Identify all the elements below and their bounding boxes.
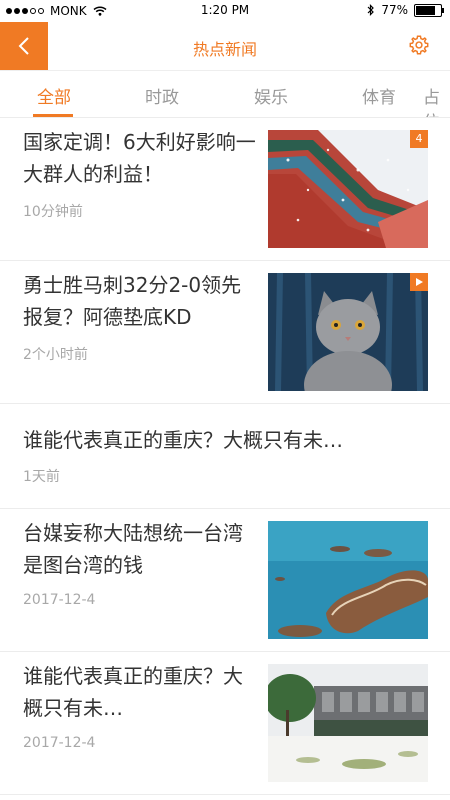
tab-all[interactable]: 全部 bbox=[37, 83, 71, 108]
news-thumbnail: 4 bbox=[268, 130, 428, 248]
news-item[interactable]: 勇士胜马刺32分2-0领先报复？阿德垫底KD 2个小时前 bbox=[0, 261, 450, 404]
tab-placeholder[interactable]: 占位 bbox=[423, 83, 450, 117]
news-thumbnail bbox=[268, 521, 428, 639]
tab-active-indicator bbox=[33, 114, 73, 117]
news-title: 勇士胜马刺32分2-0领先报复？阿德垫底KD bbox=[23, 273, 242, 329]
news-time: 2017-12-4 bbox=[23, 592, 96, 608]
tab-entertainment[interactable]: 娱乐 bbox=[254, 83, 288, 108]
gear-icon[interactable] bbox=[408, 34, 430, 56]
news-item[interactable]: 国家定调！6大利好影响一大群人的利益！ 10分钟前 4 bbox=[0, 118, 450, 261]
count-badge: 4 bbox=[410, 130, 428, 148]
status-right: 77% bbox=[367, 3, 444, 17]
news-item[interactable]: 台媒妄称大陆想统一台湾是图台湾的钱 2017-12-4 bbox=[0, 509, 450, 652]
news-item[interactable]: 谁能代表真正的重庆？大概只有未… 2017-12-4 bbox=[0, 652, 450, 795]
islands-aerial-image bbox=[268, 521, 428, 639]
news-time: 10分钟前 bbox=[23, 204, 83, 220]
bluetooth-icon bbox=[367, 4, 375, 16]
news-time: 1天前 bbox=[23, 469, 60, 485]
tab-politics[interactable]: 时政 bbox=[145, 83, 179, 108]
battery-percent: 77% bbox=[381, 3, 408, 17]
news-title: 国家定调！6大利好影响一大群人的利益！ bbox=[23, 130, 256, 186]
news-item[interactable]: 谁能代表真正的重庆？大概只有未… 1天前 bbox=[0, 404, 450, 509]
news-title: 台媒妄称大陆想统一台湾是图台湾的钱 bbox=[23, 521, 243, 577]
nav-bar: 热点新闻 bbox=[0, 22, 450, 71]
news-title: 谁能代表真正的重庆？大概只有未… bbox=[23, 664, 243, 720]
play-icon bbox=[410, 273, 428, 291]
status-bar: MONK 1:20 PM 77% bbox=[0, 0, 450, 22]
news-title: 谁能代表真正的重庆？大概只有未… bbox=[23, 428, 343, 452]
page-title: 热点新闻 bbox=[192, 40, 257, 59]
tab-sports[interactable]: 体育 bbox=[362, 83, 396, 108]
building-plaza-image bbox=[268, 664, 428, 782]
news-list: 国家定调！6大利好影响一大群人的利益！ 10分钟前 4 勇士胜马刺32分2-0领… bbox=[0, 118, 450, 795]
battery-icon bbox=[414, 3, 444, 17]
category-tabs: 全部 时政 娱乐 体育 占位 bbox=[0, 71, 450, 118]
news-time: 2个小时前 bbox=[23, 347, 88, 363]
news-thumbnail bbox=[268, 273, 428, 391]
news-time: 2017-12-4 bbox=[23, 735, 96, 751]
news-thumbnail bbox=[268, 664, 428, 782]
palace-roof-image bbox=[268, 130, 428, 248]
cat-image bbox=[268, 273, 428, 391]
